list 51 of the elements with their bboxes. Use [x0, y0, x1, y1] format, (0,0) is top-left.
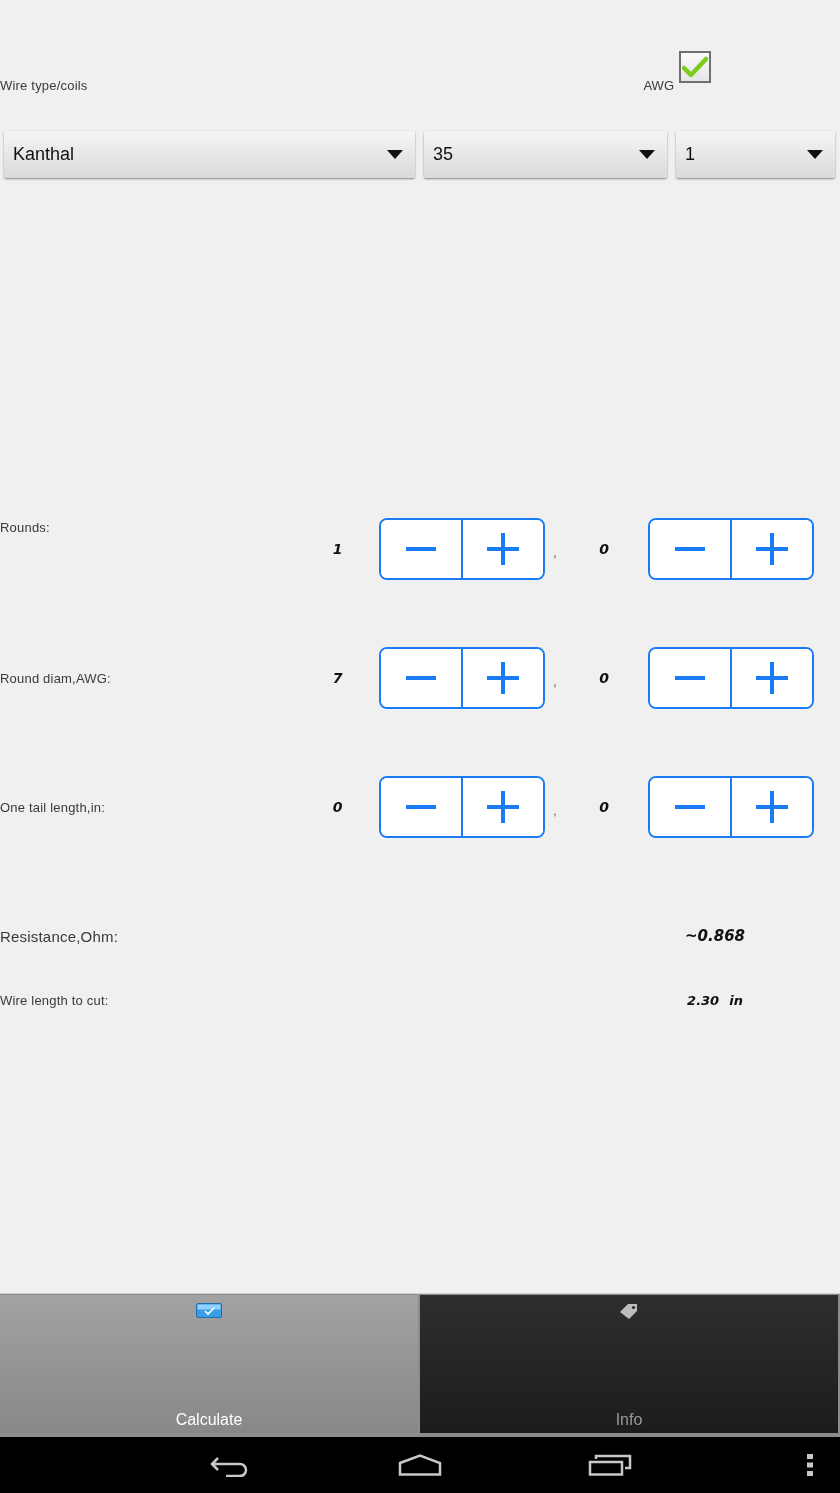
awg-checkbox[interactable]: [679, 51, 711, 83]
plus-icon: [756, 533, 788, 565]
plus-icon: [487, 662, 519, 694]
card-icon: [196, 1303, 222, 1318]
overflow-menu-icon: [807, 1454, 813, 1476]
decimal-value: 0: [598, 670, 610, 686]
whole-value: 1: [331, 541, 344, 557]
wire-type-label: Wire type/coils: [0, 78, 89, 95]
minus-icon: [675, 805, 705, 809]
result-label: Wire length to cut:: [0, 992, 110, 1008]
tab[interactable]: Info: [420, 1295, 838, 1433]
plus-button[interactable]: [730, 649, 812, 707]
minus-icon: [675, 676, 705, 680]
caret-icon: [387, 150, 403, 159]
tag-icon: [619, 1303, 639, 1320]
plus-icon: [756, 791, 788, 823]
decimal-separator: ,: [552, 803, 558, 818]
result-label: Resistance,Ohm:: [0, 927, 120, 945]
whole-value: 0: [331, 799, 344, 815]
field-label: One tail length,in:: [0, 799, 106, 815]
home-icon: [398, 1454, 442, 1476]
minus-icon: [406, 805, 436, 809]
check-icon: [682, 56, 708, 78]
recent-apps-icon: [588, 1454, 632, 1476]
decimal-value: 0: [598, 799, 610, 815]
minus-icon: [406, 676, 436, 680]
dropdown[interactable]: 1: [676, 131, 835, 178]
plus-icon: [487, 791, 519, 823]
plus-icon: [756, 662, 788, 694]
field-label: Rounds:: [0, 520, 51, 535]
caret-icon: [639, 150, 655, 159]
result-value: ~0.868: [685, 927, 745, 945]
plus-button[interactable]: [730, 520, 812, 578]
unit-label: in: [729, 992, 743, 1008]
field-label: Round diam,AWG:: [0, 670, 112, 686]
decimal-value: 0: [598, 541, 610, 557]
decimal-separator: ,: [552, 545, 558, 560]
plus-icon: [487, 533, 519, 565]
minus-icon: [675, 547, 705, 551]
caret-icon: [807, 150, 823, 159]
minus-icon: [406, 547, 436, 551]
dropdown[interactable]: 35: [424, 131, 667, 178]
plus-button[interactable]: [461, 649, 543, 707]
plus-button[interactable]: [461, 520, 543, 578]
dropdown[interactable]: Kanthal: [4, 131, 415, 178]
plus-button[interactable]: [461, 778, 543, 836]
whole-value: 7: [331, 670, 344, 686]
decimal-separator: ,: [552, 674, 558, 689]
result-value: 2.30: [687, 992, 720, 1008]
plus-button[interactable]: [730, 778, 812, 836]
awg-label: AWG: [643, 78, 674, 95]
